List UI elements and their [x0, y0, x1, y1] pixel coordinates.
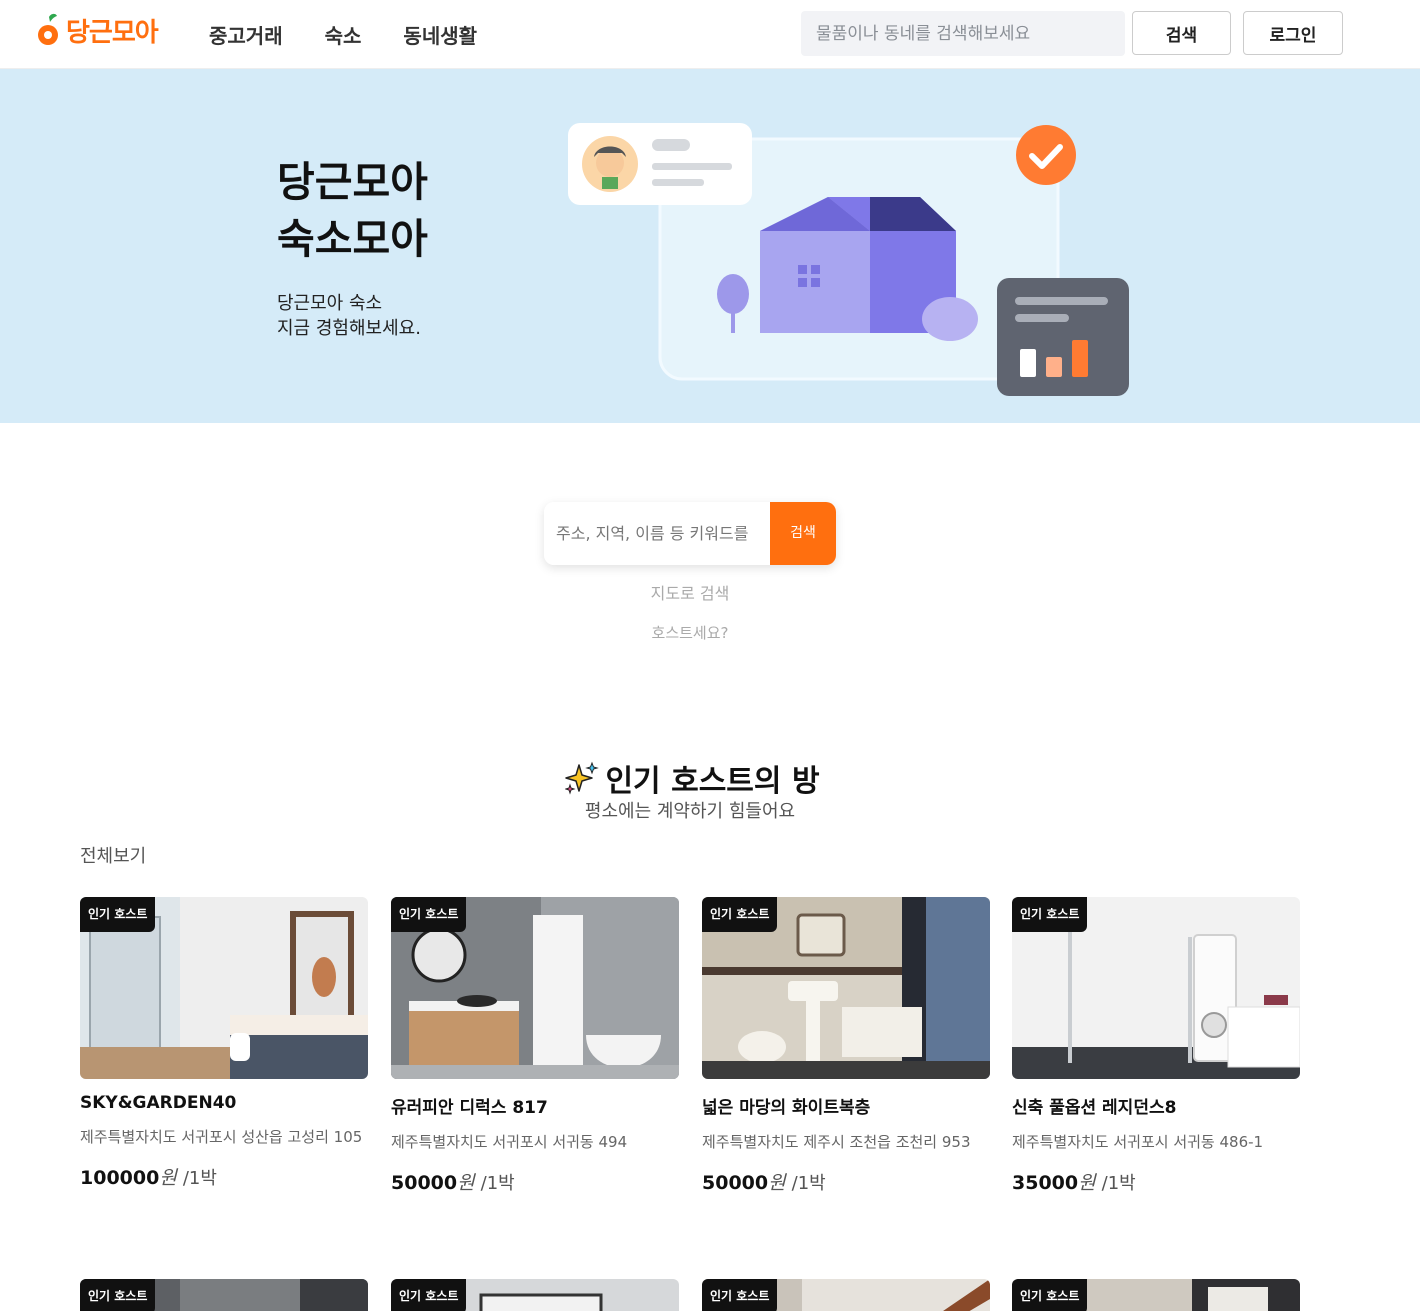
popular-host-badge: 인기 호스트 [391, 897, 467, 932]
listing-photo: 인기 호스트 [80, 897, 368, 1079]
listing-card[interactable]: 인기 호스트 [80, 1279, 368, 1311]
nav-item-community[interactable]: 동네생활 [403, 20, 477, 49]
carrot-logo-icon [36, 13, 62, 49]
price-currency: 원 [1078, 1172, 1096, 1194]
price-amount: 35000 [1012, 1172, 1079, 1194]
listing-photo: 인기 호스트 [391, 1279, 679, 1311]
popular-host-badge: 인기 호스트 [80, 897, 156, 932]
hero-sub-line1: 당근모아 숙소 [277, 293, 383, 314]
listing-name: SKY&GARDEN40 [80, 1093, 237, 1113]
listing-price: 35000원 /1박 [1012, 1168, 1300, 1195]
popular-host-badge: 인기 호스트 [1012, 1279, 1088, 1311]
section-title: 인기 호스트의 방 [0, 756, 1385, 800]
listing-card[interactable]: 인기 호스트 유러피안 디럭스 817 제주특별자치도 서귀포시 서귀동 494… [391, 897, 679, 1195]
hero-illustration [568, 123, 1129, 396]
sparkles-icon [564, 761, 600, 795]
price-amount: 100000 [80, 1167, 160, 1189]
lodging-search-button[interactable]: 검색 [770, 502, 836, 565]
price-amount: 50000 [702, 1172, 769, 1194]
listing-card[interactable]: 인기 호스트 [391, 1279, 679, 1311]
price-currency: 원 [159, 1167, 177, 1189]
listing-photo: 인기 호스트 [702, 897, 990, 1079]
listing-name: 유러피안 디럭스 817 [391, 1098, 548, 1118]
listing-card[interactable]: 인기 호스트 신축 풀옵션 레지던스8 제주특별자치도 서귀포시 서귀동 486… [1012, 897, 1300, 1195]
hero-title: 당근모아 숙소모아 [277, 154, 428, 268]
popular-host-badge: 인기 호스트 [80, 1279, 156, 1311]
header-search-button[interactable]: 검색 [1132, 11, 1231, 55]
section-subtitle: 평소에는 계약하기 힘들어요 [584, 801, 796, 822]
listing-address: 제주특별자치도 서귀포시 서귀동 486-1 [1012, 1133, 1264, 1151]
listing-card[interactable]: 인기 호스트 SKY&GARDEN40 제주특별자치도 서귀포시 성산읍 고성리… [80, 897, 368, 1190]
listing-price: 50000원 /1박 [702, 1168, 990, 1195]
hero-sub-line2: 지금 경험해보세요. [277, 318, 421, 339]
logo-text: 당근모아 [66, 18, 159, 48]
listing-price: 100000원 /1박 [80, 1163, 368, 1190]
popular-host-badge: 인기 호스트 [1012, 897, 1088, 932]
listing-photo: 인기 호스트 [1012, 897, 1300, 1079]
top-header: 당근모아 중고거래 숙소 동네생활 검색 로그인 [0, 0, 1420, 69]
popular-host-badge: 인기 호스트 [391, 1279, 467, 1311]
logo[interactable]: 당근모아 [36, 12, 159, 49]
view-all-link[interactable]: 전체보기 [80, 842, 146, 868]
listing-card[interactable]: 인기 호스트 넓은 마당의 화이트복층 제주특별자치도 제주시 조천읍 조천리 … [702, 897, 990, 1195]
host-link[interactable]: 호스트세요? [0, 622, 1380, 643]
main-nav: 중고거래 숙소 동네생활 [209, 20, 477, 49]
listing-photo: 인기 호스트 [702, 1279, 990, 1311]
section-title-text: 인기 호스트의 방 [605, 764, 820, 799]
map-search-link[interactable]: 지도로 검색 [0, 580, 1380, 604]
price-currency: 원 [457, 1172, 475, 1194]
price-currency: 원 [768, 1172, 786, 1194]
listing-photo: 인기 호스트 [80, 1279, 368, 1311]
price-amount: 50000 [391, 1172, 458, 1194]
nav-item-lodging[interactable]: 숙소 [325, 20, 362, 49]
listing-name: 넓은 마당의 화이트복층 [702, 1098, 871, 1118]
listing-photo: 인기 호스트 [1012, 1279, 1300, 1311]
lodging-search-box: 검색 [544, 502, 836, 565]
listing-photo: 인기 호스트 [391, 897, 679, 1079]
listing-address: 제주특별자치도 제주시 조천읍 조천리 953 [702, 1133, 971, 1151]
popular-host-badge: 인기 호스트 [702, 897, 778, 932]
hero-title-line1: 당근모아 [277, 158, 428, 206]
listing-price: 50000원 /1박 [391, 1168, 679, 1195]
hero-subtitle: 당근모아 숙소 지금 경험해보세요. [277, 291, 421, 341]
login-button[interactable]: 로그인 [1243, 11, 1343, 55]
listing-address: 제주특별자치도 서귀포시 서귀동 494 [391, 1133, 628, 1151]
nav-item-secondhand[interactable]: 중고거래 [209, 20, 283, 49]
price-unit: /1박 [791, 1173, 826, 1194]
header-search-input[interactable] [801, 11, 1125, 56]
listing-card[interactable]: 인기 호스트 [702, 1279, 990, 1311]
price-unit: /1박 [480, 1173, 515, 1194]
listing-name: 신축 풀옵션 레지던스8 [1012, 1098, 1177, 1118]
lodging-search-input[interactable] [544, 502, 770, 565]
listing-card[interactable]: 인기 호스트 [1012, 1279, 1300, 1311]
popular-host-badge: 인기 호스트 [702, 1279, 778, 1311]
listing-address: 제주특별자치도 서귀포시 성산읍 고성리 105 [80, 1128, 363, 1146]
hero-title-line2: 숙소모아 [277, 215, 428, 263]
price-unit: /1박 [1101, 1173, 1136, 1194]
price-unit: /1박 [182, 1168, 217, 1189]
hero-banner: 당근모아 숙소모아 당근모아 숙소 지금 경험해보세요. [0, 69, 1420, 423]
